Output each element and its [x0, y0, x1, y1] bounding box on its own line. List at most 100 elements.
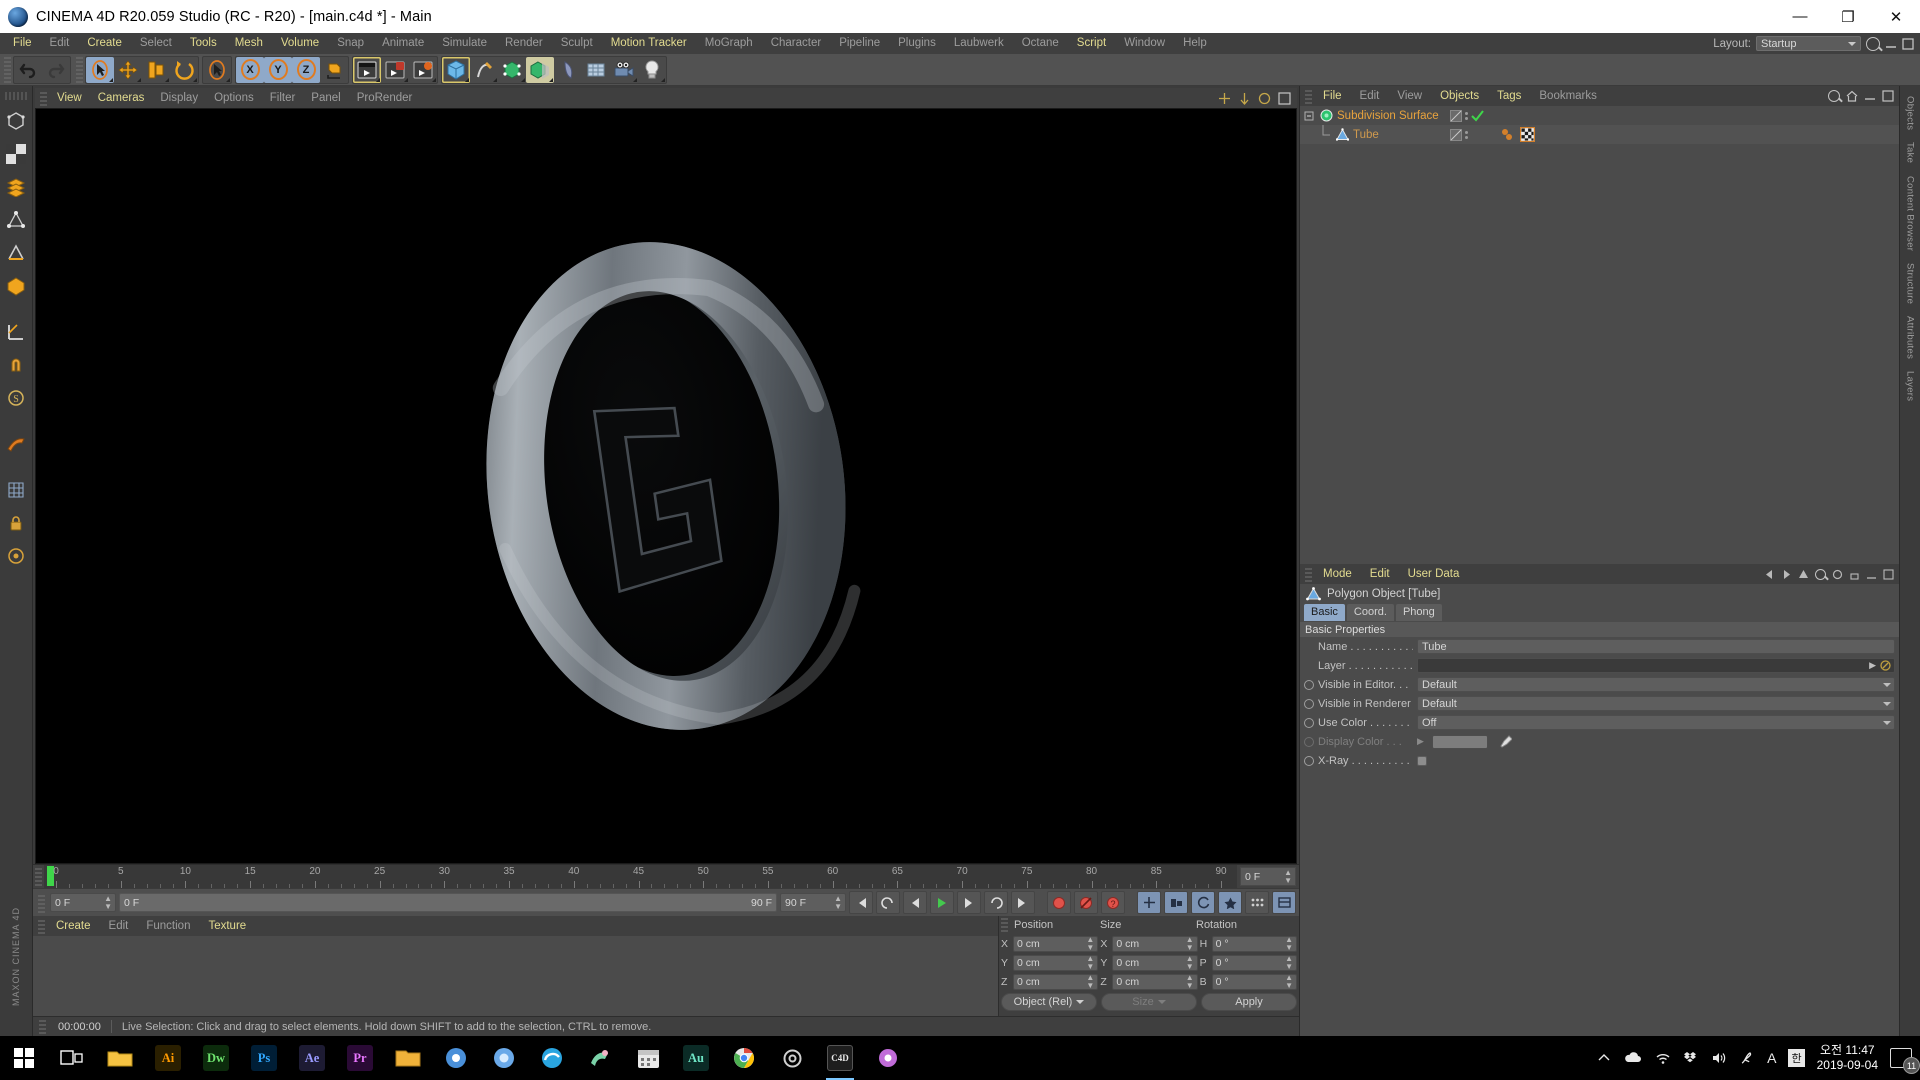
world-object-coord-button[interactable] — [320, 57, 348, 83]
menu-item-mograph[interactable]: MoGraph — [696, 33, 762, 54]
play-button[interactable] — [930, 891, 954, 914]
menu-item-snap[interactable]: Snap — [328, 33, 373, 54]
eyedropper-icon[interactable] — [1498, 735, 1512, 748]
redo-button[interactable] — [42, 57, 70, 83]
tool-flyout-corner[interactable] — [493, 78, 497, 82]
vertical-tab-content-browser[interactable]: Content Browser — [1905, 170, 1916, 257]
xray-checkbox[interactable] — [1417, 756, 1427, 766]
spinner-icon[interactable]: ▲▼ — [104, 895, 112, 911]
pla-key-button[interactable] — [1245, 891, 1269, 914]
coordinate-size-button[interactable]: Size — [1101, 993, 1197, 1011]
chevron-right-icon[interactable]: ▶ — [1417, 736, 1424, 747]
toolbar-grip[interactable] — [4, 57, 11, 83]
render-settings-button[interactable] — [409, 57, 437, 83]
viewport-solo-button[interactable] — [3, 541, 30, 571]
property-radio[interactable] — [1304, 718, 1314, 728]
restore-panel-icon[interactable] — [1882, 90, 1894, 102]
select-field[interactable]: Default — [1417, 696, 1895, 711]
menu-item-script[interactable]: Script — [1068, 33, 1115, 54]
model-mode-button[interactable] — [3, 106, 30, 136]
parameter-key-button[interactable] — [1218, 891, 1242, 914]
taskbar-firefox[interactable] — [480, 1036, 528, 1080]
tool-flyout-corner[interactable] — [193, 78, 197, 82]
rotation-key-button[interactable] — [1191, 891, 1215, 914]
layout-select[interactable]: Startup — [1756, 36, 1861, 51]
spinner-icon[interactable]: ▲▼ — [1285, 955, 1293, 971]
current-frame-field[interactable]: 0 F ▲▼ — [1240, 867, 1296, 886]
property-radio[interactable] — [1304, 756, 1314, 766]
taskbar-paint-3d[interactable] — [576, 1036, 624, 1080]
edge-mode-button[interactable] — [3, 238, 30, 268]
menu-item-objects[interactable]: Objects — [1431, 86, 1488, 107]
add-cube-button[interactable] — [442, 57, 470, 83]
menu-item-view[interactable]: View — [1388, 86, 1431, 107]
taskbar-edge[interactable] — [528, 1036, 576, 1080]
snap-magnet-button[interactable] — [3, 350, 30, 380]
add-generator-button[interactable] — [498, 57, 526, 83]
menu-item-volume[interactable]: Volume — [272, 33, 328, 54]
position-field[interactable]: 0 cm▲▼ — [1013, 955, 1098, 971]
polygon-mode-button[interactable] — [3, 172, 30, 202]
property-radio[interactable] — [1304, 737, 1314, 747]
visibility-dots[interactable] — [1465, 112, 1468, 120]
menu-item-file[interactable]: File — [1314, 86, 1351, 107]
taskbar-start-windows[interactable] — [0, 1036, 48, 1080]
search-icon[interactable] — [1815, 569, 1826, 580]
rotation-field[interactable]: 0 °▲▼ — [1212, 955, 1297, 971]
property-radio[interactable] — [1304, 680, 1314, 690]
notification-center-button[interactable]: 11 — [1890, 1048, 1912, 1068]
size-field[interactable]: 0 cm▲▼ — [1112, 974, 1197, 990]
minimize-button[interactable]: — — [1776, 0, 1824, 33]
record-active-objects-button[interactable] — [1047, 891, 1071, 914]
grid-visibility-button[interactable] — [3, 475, 30, 505]
position-field[interactable]: 0 cm▲▼ — [1013, 936, 1098, 952]
add-floor-button[interactable] — [582, 57, 610, 83]
menu-item-edit[interactable]: Edit — [1351, 86, 1389, 107]
material-list[interactable] — [33, 936, 998, 1016]
select-field[interactable]: Default — [1417, 677, 1895, 692]
object-tree[interactable]: Subdivision SurfaceTube — [1300, 106, 1899, 564]
rotate-icon[interactable] — [1258, 92, 1271, 105]
spinner-icon[interactable]: ▲▼ — [1285, 936, 1293, 952]
close-button[interactable]: ✕ — [1872, 0, 1920, 33]
toolbar-grip-2[interactable] — [76, 57, 83, 83]
taskbar-adobe-audition[interactable]: Au — [672, 1036, 720, 1080]
forward-arrow-icon[interactable] — [1781, 569, 1792, 580]
chevron-right-icon[interactable]: ▶ — [1869, 660, 1876, 671]
menu-item-animate[interactable]: Animate — [373, 33, 433, 54]
timeline-ruler[interactable]: 051015202530354045505560657075808590 — [44, 865, 1237, 888]
menu-item-filter[interactable]: Filter — [262, 88, 304, 108]
lock-icon[interactable] — [1849, 569, 1860, 580]
menu-item-options[interactable]: Options — [206, 88, 262, 108]
add-spline-button[interactable] — [470, 57, 498, 83]
point-mode-button[interactable] — [3, 205, 30, 235]
taskbar-task-view[interactable] — [48, 1036, 96, 1080]
coordinate-mode-button[interactable]: Object (Rel) — [1001, 993, 1097, 1011]
property-radio[interactable] — [1304, 699, 1314, 709]
menu-item-display[interactable]: Display — [152, 88, 206, 108]
dropbox-icon[interactable] — [1683, 1051, 1699, 1065]
taskbar-settings[interactable] — [768, 1036, 816, 1080]
attribute-tab-basic[interactable]: Basic — [1304, 604, 1345, 621]
visibility-toggle-icon[interactable] — [1450, 129, 1462, 141]
menu-item-cameras[interactable]: Cameras — [90, 88, 153, 108]
menu-item-sculpt[interactable]: Sculpt — [552, 33, 602, 54]
spinner-icon[interactable]: ▲▼ — [1186, 974, 1194, 990]
size-field[interactable]: 0 cm▲▼ — [1112, 955, 1197, 971]
taskbar-another-app[interactable] — [864, 1036, 912, 1080]
attribute-menu-grip[interactable] — [1305, 566, 1312, 582]
timeline-layout-button[interactable] — [1272, 891, 1296, 914]
wifi-icon[interactable] — [1655, 1051, 1671, 1065]
scale-key-button[interactable] — [1164, 891, 1188, 914]
add-deformer-button[interactable] — [526, 57, 554, 83]
spinner-icon[interactable]: ▲▼ — [1284, 869, 1292, 885]
taskbar-file-explorer[interactable] — [96, 1036, 144, 1080]
vertical-tab-objects[interactable]: Objects — [1905, 90, 1916, 136]
menu-item-create[interactable]: Create — [78, 33, 131, 54]
taskbar-adobe-dreamweaver[interactable]: Dw — [192, 1036, 240, 1080]
status-grip[interactable] — [39, 1020, 46, 1034]
spinner-icon[interactable]: ▲▼ — [834, 895, 842, 911]
menu-item-create[interactable]: Create — [47, 916, 100, 937]
menu-item-help[interactable]: Help — [1174, 33, 1216, 54]
tool-flyout-corner[interactable] — [109, 78, 113, 82]
